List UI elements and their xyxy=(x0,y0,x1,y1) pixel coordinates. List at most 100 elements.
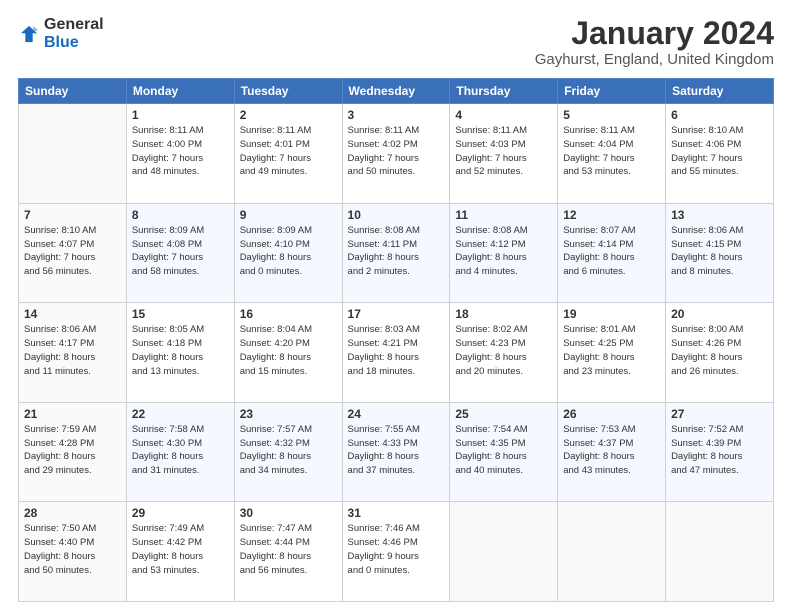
day-info: Sunrise: 8:00 AMSunset: 4:26 PMDaylight:… xyxy=(671,323,768,378)
calendar-cell: 30 Sunrise: 7:47 AMSunset: 4:44 PMDayligh… xyxy=(234,502,342,602)
weekday-header-wednesday: Wednesday xyxy=(342,79,450,104)
calendar-cell: 10 Sunrise: 8:08 AMSunset: 4:11 PMDayligh… xyxy=(342,203,450,303)
calendar-cell xyxy=(450,502,558,602)
logo-general: General xyxy=(44,16,104,33)
weekday-header-monday: Monday xyxy=(126,79,234,104)
day-number: 30 xyxy=(240,506,337,520)
day-number: 14 xyxy=(24,307,121,321)
day-number: 4 xyxy=(455,108,552,122)
day-info: Sunrise: 8:09 AMSunset: 4:10 PMDaylight:… xyxy=(240,224,337,279)
day-info: Sunrise: 8:09 AMSunset: 4:08 PMDaylight:… xyxy=(132,224,229,279)
weekday-header-saturday: Saturday xyxy=(666,79,774,104)
day-number: 2 xyxy=(240,108,337,122)
day-info: Sunrise: 8:06 AMSunset: 4:17 PMDaylight:… xyxy=(24,323,121,378)
day-info: Sunrise: 8:11 AMSunset: 4:04 PMDaylight:… xyxy=(563,124,660,179)
day-number: 10 xyxy=(348,208,445,222)
day-number: 11 xyxy=(455,208,552,222)
calendar-cell: 8 Sunrise: 8:09 AMSunset: 4:08 PMDaylight… xyxy=(126,203,234,303)
calendar-cell: 31 Sunrise: 7:46 AMSunset: 4:46 PMDayligh… xyxy=(342,502,450,602)
calendar-week-3: 14 Sunrise: 8:06 AMSunset: 4:17 PMDayligh… xyxy=(19,303,774,403)
day-number: 17 xyxy=(348,307,445,321)
day-number: 28 xyxy=(24,506,121,520)
day-number: 15 xyxy=(132,307,229,321)
day-info: Sunrise: 7:47 AMSunset: 4:44 PMDaylight:… xyxy=(240,522,337,577)
calendar-cell: 9 Sunrise: 8:09 AMSunset: 4:10 PMDaylight… xyxy=(234,203,342,303)
calendar-cell: 5Sunrise: 8:11 AMSunset: 4:04 PMDaylight… xyxy=(558,104,666,204)
logo-blue: Blue xyxy=(44,34,79,51)
day-info: Sunrise: 8:11 AMSunset: 4:00 PMDaylight:… xyxy=(132,124,229,179)
calendar-cell: 18 Sunrise: 8:02 AMSunset: 4:23 PMDayligh… xyxy=(450,303,558,403)
calendar-cell: 2Sunrise: 8:11 AMSunset: 4:01 PMDaylight… xyxy=(234,104,342,204)
day-info: Sunrise: 7:52 AMSunset: 4:39 PMDaylight:… xyxy=(671,423,768,478)
calendar-cell: 12 Sunrise: 8:07 AMSunset: 4:14 PMDayligh… xyxy=(558,203,666,303)
day-number: 12 xyxy=(563,208,660,222)
calendar-cell: 11Sunrise: 8:08 AMSunset: 4:12 PMDayligh… xyxy=(450,203,558,303)
day-number: 25 xyxy=(455,407,552,421)
location: Gayhurst, England, United Kingdom xyxy=(535,51,774,68)
day-number: 9 xyxy=(240,208,337,222)
logo-icon xyxy=(18,23,40,45)
calendar-cell: 15 Sunrise: 8:05 AMSunset: 4:18 PMDayligh… xyxy=(126,303,234,403)
calendar-cell: 7 Sunrise: 8:10 AMSunset: 4:07 PMDaylight… xyxy=(19,203,127,303)
day-number: 13 xyxy=(671,208,768,222)
calendar-week-5: 28 Sunrise: 7:50 AMSunset: 4:40 PMDayligh… xyxy=(19,502,774,602)
day-info: Sunrise: 8:03 AMSunset: 4:21 PMDaylight:… xyxy=(348,323,445,378)
day-info: Sunrise: 7:50 AMSunset: 4:40 PMDaylight:… xyxy=(24,522,121,577)
calendar-cell: 24 Sunrise: 7:55 AMSunset: 4:33 PMDayligh… xyxy=(342,402,450,502)
weekday-header-friday: Friday xyxy=(558,79,666,104)
calendar-cell: 20 Sunrise: 8:00 AMSunset: 4:26 PMDayligh… xyxy=(666,303,774,403)
calendar-cell: 6Sunrise: 8:10 AMSunset: 4:06 PMDaylight… xyxy=(666,104,774,204)
day-info: Sunrise: 7:58 AMSunset: 4:30 PMDaylight:… xyxy=(132,423,229,478)
calendar-cell: 26Sunrise: 7:53 AMSunset: 4:37 PMDayligh… xyxy=(558,402,666,502)
day-number: 22 xyxy=(132,407,229,421)
day-info: Sunrise: 8:04 AMSunset: 4:20 PMDaylight:… xyxy=(240,323,337,378)
logo-text: General Blue xyxy=(44,16,104,52)
calendar-cell: 27 Sunrise: 7:52 AMSunset: 4:39 PMDayligh… xyxy=(666,402,774,502)
day-number: 1 xyxy=(132,108,229,122)
calendar-week-2: 7 Sunrise: 8:10 AMSunset: 4:07 PMDaylight… xyxy=(19,203,774,303)
day-number: 23 xyxy=(240,407,337,421)
day-info: Sunrise: 7:59 AMSunset: 4:28 PMDaylight:… xyxy=(24,423,121,478)
day-number: 16 xyxy=(240,307,337,321)
logo: General Blue xyxy=(18,16,104,52)
weekday-header-row: SundayMondayTuesdayWednesdayThursdayFrid… xyxy=(19,79,774,104)
day-info: Sunrise: 7:49 AMSunset: 4:42 PMDaylight:… xyxy=(132,522,229,577)
day-info: Sunrise: 7:57 AMSunset: 4:32 PMDaylight:… xyxy=(240,423,337,478)
header: General Blue January 2024 Gayhurst, Engl… xyxy=(18,16,774,68)
calendar-cell: 28 Sunrise: 7:50 AMSunset: 4:40 PMDayligh… xyxy=(19,502,127,602)
day-info: Sunrise: 8:05 AMSunset: 4:18 PMDaylight:… xyxy=(132,323,229,378)
title-block: January 2024 Gayhurst, England, United K… xyxy=(535,16,774,68)
day-number: 3 xyxy=(348,108,445,122)
day-info: Sunrise: 8:06 AMSunset: 4:15 PMDaylight:… xyxy=(671,224,768,279)
day-info: Sunrise: 7:54 AMSunset: 4:35 PMDaylight:… xyxy=(455,423,552,478)
calendar-cell: 16 Sunrise: 8:04 AMSunset: 4:20 PMDayligh… xyxy=(234,303,342,403)
day-info: Sunrise: 8:11 AMSunset: 4:03 PMDaylight:… xyxy=(455,124,552,179)
day-number: 31 xyxy=(348,506,445,520)
day-info: Sunrise: 8:10 AMSunset: 4:07 PMDaylight:… xyxy=(24,224,121,279)
day-info: Sunrise: 8:01 AMSunset: 4:25 PMDaylight:… xyxy=(563,323,660,378)
weekday-header-sunday: Sunday xyxy=(19,79,127,104)
calendar-week-4: 21 Sunrise: 7:59 AMSunset: 4:28 PMDayligh… xyxy=(19,402,774,502)
day-info: Sunrise: 8:08 AMSunset: 4:11 PMDaylight:… xyxy=(348,224,445,279)
calendar-cell: 14 Sunrise: 8:06 AMSunset: 4:17 PMDayligh… xyxy=(19,303,127,403)
day-number: 20 xyxy=(671,307,768,321)
day-info: Sunrise: 7:55 AMSunset: 4:33 PMDaylight:… xyxy=(348,423,445,478)
day-info: Sunrise: 7:46 AMSunset: 4:46 PMDaylight:… xyxy=(348,522,445,577)
calendar-cell: 1 Sunrise: 8:11 AMSunset: 4:00 PMDaylight… xyxy=(126,104,234,204)
day-number: 27 xyxy=(671,407,768,421)
day-info: Sunrise: 8:02 AMSunset: 4:23 PMDaylight:… xyxy=(455,323,552,378)
day-number: 6 xyxy=(671,108,768,122)
calendar-cell: 3Sunrise: 8:11 AMSunset: 4:02 PMDaylight… xyxy=(342,104,450,204)
calendar-cell: 25 Sunrise: 7:54 AMSunset: 4:35 PMDayligh… xyxy=(450,402,558,502)
page: General Blue January 2024 Gayhurst, Engl… xyxy=(0,0,792,612)
day-number: 19 xyxy=(563,307,660,321)
calendar-cell: 4 Sunrise: 8:11 AMSunset: 4:03 PMDaylight… xyxy=(450,104,558,204)
calendar-cell: 29 Sunrise: 7:49 AMSunset: 4:42 PMDayligh… xyxy=(126,502,234,602)
day-number: 18 xyxy=(455,307,552,321)
day-number: 7 xyxy=(24,208,121,222)
day-info: Sunrise: 8:07 AMSunset: 4:14 PMDaylight:… xyxy=(563,224,660,279)
day-number: 29 xyxy=(132,506,229,520)
day-number: 24 xyxy=(348,407,445,421)
day-number: 21 xyxy=(24,407,121,421)
day-number: 8 xyxy=(132,208,229,222)
